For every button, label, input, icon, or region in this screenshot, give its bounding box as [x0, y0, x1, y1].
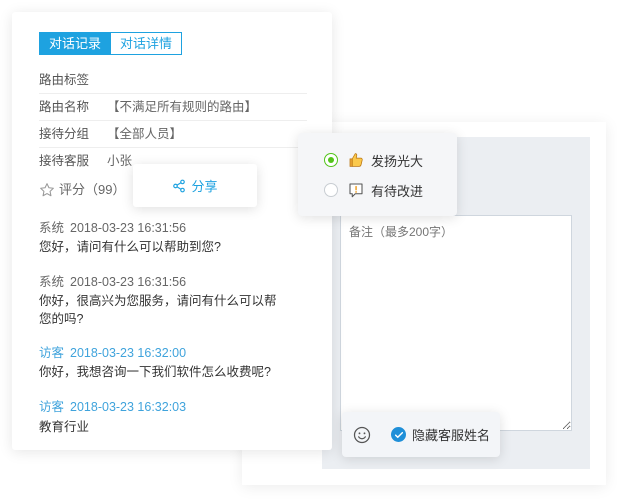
tab-bar: 对话记录 对话详情: [39, 32, 183, 55]
remark-toolbar: 隐藏客服姓名: [342, 412, 500, 457]
share-icon: [173, 179, 186, 192]
thumbs-up-icon: [349, 153, 363, 167]
message-text: 您好，请问有什么可以帮助到您?: [39, 240, 221, 254]
check-icon: [391, 427, 406, 442]
agent-value: 小张: [107, 154, 133, 168]
rating-text: 评分（99）: [59, 182, 126, 197]
conversation-panel: 对话记录 对话详情 路由标签 路由名称 【不满足所有规则的路由】 接待分组 【全部人…: [12, 12, 332, 450]
message-sender: 系统: [39, 275, 65, 289]
message-text: 教育行业: [39, 420, 90, 434]
route-tag-label: 路由标签: [39, 73, 90, 87]
smiley-icon: [353, 426, 371, 443]
message-time: 2018-03-23 16:31:56: [70, 221, 187, 235]
message-text: 你好，很高兴为您服务，请问有什么可以帮您的吗?: [39, 294, 277, 326]
radio-improve[interactable]: [324, 183, 338, 197]
message-sender: 访客: [39, 346, 65, 360]
option-praise[interactable]: 发扬光大: [324, 150, 423, 170]
hide-agent-name-checkbox[interactable]: 隐藏客服姓名: [391, 425, 490, 444]
message-time: 2018-03-23 16:32:00: [70, 346, 187, 360]
exclamation-note-icon: [349, 183, 363, 198]
radio-praise[interactable]: [324, 153, 338, 167]
option-improve-label: 有待改进: [371, 183, 424, 199]
info-row-route-tag: 路由标签: [39, 67, 307, 94]
share-label: 分享: [191, 179, 218, 194]
message-header: 访客 2018-03-23 16:32:03: [39, 396, 186, 415]
message-time: 2018-03-23 16:32:03: [70, 400, 187, 414]
message-header: 访客 2018-03-23 16:32:00: [39, 342, 186, 361]
reception-group-label: 接待分组: [39, 127, 90, 141]
message-text: 你好，我想咨询一下我们软件怎么收费呢?: [39, 365, 271, 379]
tab-conversation-records[interactable]: 对话记录: [39, 32, 112, 55]
route-name-label: 路由名称: [39, 100, 90, 114]
info-row-route-name: 路由名称 【不满足所有规则的路由】: [39, 94, 307, 121]
share-button[interactable]: 分享: [133, 164, 257, 207]
route-name-value: 【不满足所有规则的路由】: [107, 100, 258, 114]
message-time: 2018-03-23 16:31:56: [70, 275, 187, 289]
message-sender: 访客: [39, 400, 65, 414]
message-sender: 系统: [39, 221, 65, 235]
rating: 评分（99）: [39, 180, 125, 200]
message-header: 系统 2018-03-23 16:31:56: [39, 271, 186, 290]
option-improve[interactable]: 有待改进: [324, 180, 423, 200]
rating-options-popup: 发扬光大 有待改进: [298, 133, 457, 216]
reception-group-value: 【全部人员】: [107, 127, 183, 141]
message-header: 系统 2018-03-23 16:31:56: [39, 217, 186, 236]
tab-conversation-details[interactable]: 对话详情: [111, 32, 183, 55]
option-praise-label: 发扬光大: [371, 153, 424, 169]
star-icon: [40, 183, 54, 197]
hide-agent-name-label: 隐藏客服姓名: [412, 428, 491, 443]
info-row-reception-group: 接待分组 【全部人员】: [39, 121, 307, 148]
agent-label: 接待客服: [39, 154, 90, 168]
remark-textarea[interactable]: [340, 215, 572, 431]
emoji-button[interactable]: [352, 425, 372, 445]
